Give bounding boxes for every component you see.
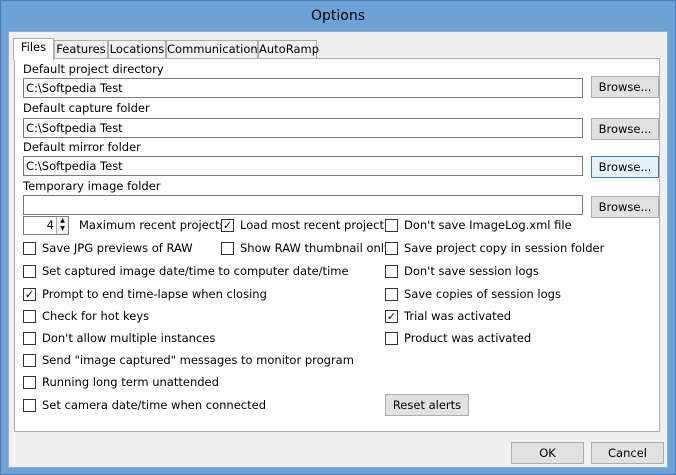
checkbox-box <box>385 219 398 232</box>
reset-alerts-button[interactable]: Reset alerts <box>385 394 469 416</box>
window-title: Options <box>310 8 366 24</box>
checkbox-box <box>23 310 36 323</box>
temp-folder-field[interactable] <box>23 195 583 215</box>
browse-temp-button[interactable]: Browse... <box>591 196 659 218</box>
checkbox-box <box>385 242 398 255</box>
temp-folder-label: Temporary image folder <box>23 179 161 193</box>
recent-projects-stepper[interactable]: 4 ▲ ▼ <box>23 216 69 235</box>
tab-autoramp[interactable]: AutoRamp <box>258 40 319 59</box>
options-window: Options Files Features Locations Communi… <box>0 0 676 475</box>
checkbox-box <box>23 265 36 278</box>
files-panel: Default project directory C:\Softpedia T… <box>14 58 660 432</box>
checkbox-box <box>23 332 36 345</box>
checkbox-box <box>23 376 36 389</box>
recent-projects-label: Maximum recent projects <box>79 218 226 232</box>
project-directory-label: Default project directory <box>23 62 164 76</box>
cancel-button[interactable]: Cancel <box>591 442 664 464</box>
checkbox-box <box>23 354 36 367</box>
browse-project-button[interactable]: Browse... <box>591 76 659 98</box>
checkbox-box <box>23 399 36 412</box>
checkbox-box <box>23 242 36 255</box>
dialog-client: Files Features Locations Communications … <box>8 31 668 468</box>
checkbox-box <box>385 288 398 301</box>
project-directory-field[interactable]: C:\Softpedia Test <box>23 78 583 98</box>
check-icon: ✓ <box>23 288 36 301</box>
recent-projects-value: 4 <box>46 218 54 232</box>
checkbox-box <box>221 242 234 255</box>
tab-files[interactable]: Files <box>13 38 54 60</box>
check-icon: ✓ <box>385 310 398 323</box>
check-icon: ✓ <box>221 219 234 232</box>
spin-arrows-icon[interactable]: ▲ ▼ <box>56 217 68 234</box>
tab-communications[interactable]: Communications <box>166 40 264 59</box>
browse-capture-button[interactable]: Browse... <box>591 118 659 140</box>
capture-folder-field[interactable]: C:\Softpedia Test <box>23 118 583 138</box>
mirror-folder-field[interactable]: C:\Softpedia Test <box>23 156 583 176</box>
checkbox-box <box>385 332 398 345</box>
ok-button[interactable]: OK <box>511 442 584 464</box>
mirror-folder-label: Default mirror folder <box>23 140 141 154</box>
browse-mirror-button[interactable]: Browse... <box>591 156 659 178</box>
tab-features[interactable]: Features <box>54 40 108 59</box>
checkbox-box <box>385 265 398 278</box>
capture-folder-label: Default capture folder <box>23 101 150 115</box>
tab-locations[interactable]: Locations <box>108 40 166 59</box>
